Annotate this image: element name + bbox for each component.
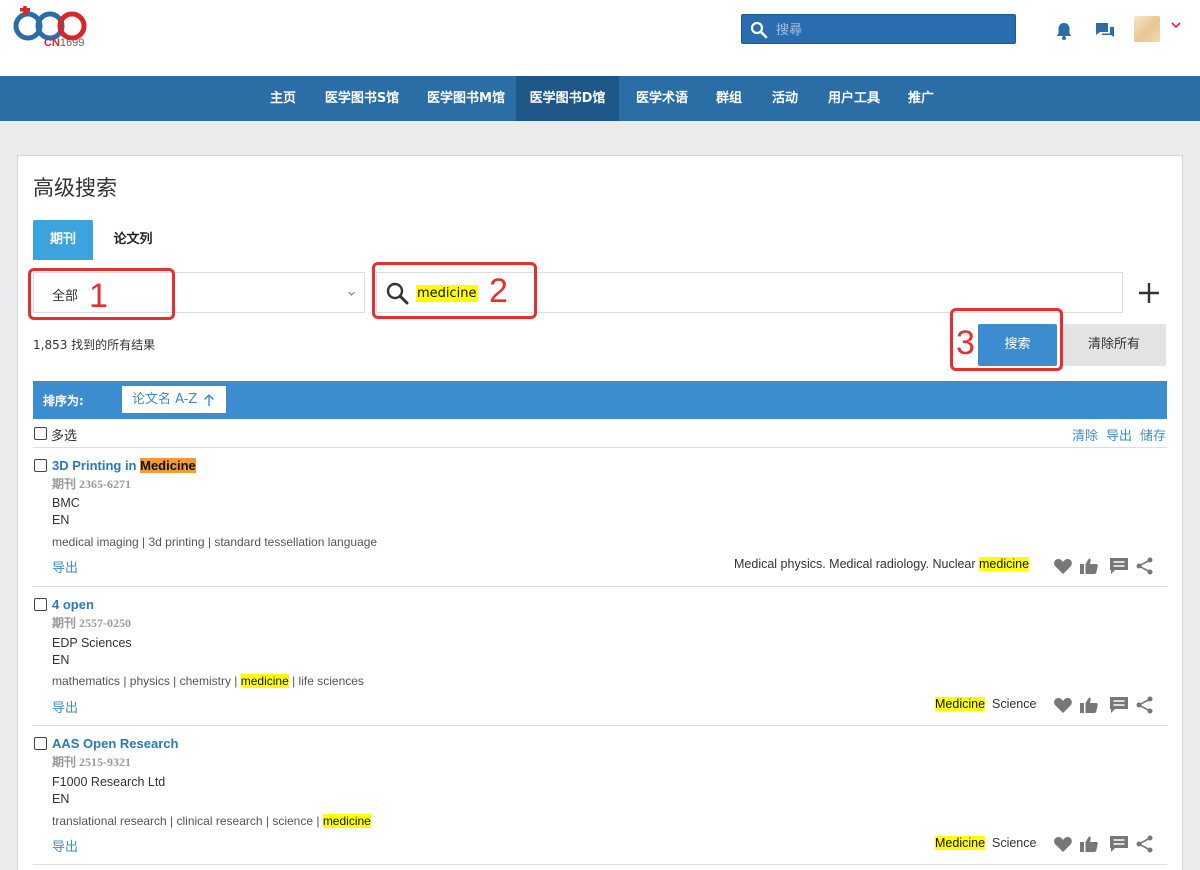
share-icon[interactable] — [1135, 696, 1155, 714]
result-title[interactable]: 4 open — [52, 597, 94, 612]
query-value: medicine — [416, 285, 478, 302]
result-keywords: mathematics | physics | chemistry | medi… — [52, 674, 364, 688]
annotation-number-2: 2 — [489, 272, 508, 310]
share-icon[interactable] — [1135, 835, 1155, 853]
avatar[interactable] — [1134, 16, 1160, 42]
multiselect-label: 多选 — [51, 429, 78, 444]
clear-all-button[interactable]: 清除所有 — [1062, 324, 1166, 366]
divider — [33, 586, 1167, 587]
search-icon — [750, 21, 768, 39]
result-issn: 期刊 2365-6271 — [52, 477, 131, 491]
result-issn: 期刊 2515-9321 — [52, 755, 131, 769]
global-search[interactable] — [741, 14, 1016, 44]
annotation-number-3: 3 — [956, 324, 975, 362]
thumbs-up-icon[interactable] — [1079, 696, 1099, 714]
result-export-link[interactable]: 导出 — [52, 557, 78, 576]
result-issn: 期刊 2557-0250 — [52, 616, 131, 630]
nav-item-library-s[interactable]: 医学图书S馆 — [313, 76, 411, 121]
export-link[interactable]: 导出 — [1106, 425, 1132, 444]
scope-select[interactable]: 全部 — [33, 272, 365, 313]
heart-icon[interactable] — [1053, 696, 1073, 714]
result-keywords: translational research | clinical resear… — [52, 814, 371, 828]
scope-select-value: 全部 — [52, 289, 79, 304]
tab-journals[interactable]: 期刊 — [33, 220, 93, 260]
result-title[interactable]: AAS Open Research — [52, 736, 178, 751]
tab-paper-list[interactable]: 论文列 — [100, 220, 166, 260]
result-title[interactable]: 3D Printing in Medicine — [52, 458, 196, 473]
result-export-link[interactable]: 导出 — [52, 836, 78, 855]
heart-icon[interactable] — [1053, 557, 1073, 575]
main-nav: 主页 医学图书S馆 医学图书M馆 医学图书D馆 医学术语 群组 活动 用户工具 … — [0, 76, 1200, 121]
nav-item-promote[interactable]: 推广 — [898, 76, 944, 121]
sort-value: 论文名 A-Z — [132, 392, 198, 407]
heart-icon[interactable] — [1053, 835, 1073, 853]
result-publisher: EDP Sciences — [52, 636, 132, 650]
chevron-down-icon — [348, 291, 355, 296]
result-checkbox[interactable] — [34, 737, 47, 750]
result-checkbox[interactable] — [34, 459, 47, 472]
save-link[interactable]: 储存 — [1140, 425, 1166, 444]
result-export-link[interactable]: 导出 — [52, 697, 78, 716]
thumbs-up-icon[interactable] — [1079, 835, 1099, 853]
divider — [33, 447, 1167, 448]
result-publisher: BMC — [52, 496, 80, 510]
nav-item-library-d[interactable]: 医学图书D馆 — [516, 76, 619, 121]
add-field-icon[interactable] — [1136, 280, 1162, 306]
global-search-input[interactable] — [776, 19, 1006, 41]
divider — [33, 725, 1167, 726]
search-button[interactable]: 搜索 — [978, 324, 1057, 366]
sort-label: 排序为: — [43, 394, 84, 408]
result-checkbox[interactable] — [34, 598, 47, 611]
result-language: EN — [52, 513, 70, 527]
nav-item-user-tools[interactable]: 用户工具 — [818, 76, 890, 121]
search-icon — [386, 282, 409, 305]
result-publisher: F1000 Research Ltd — [52, 775, 166, 789]
share-icon[interactable] — [1135, 557, 1155, 575]
nav-item-terminology[interactable]: 医学术语 — [626, 76, 698, 121]
sort-button[interactable]: 论文名 A-Z — [122, 386, 226, 413]
top-header: CN1699 — [0, 0, 1200, 76]
result-language: EN — [52, 792, 70, 806]
comment-icon[interactable] — [1109, 835, 1129, 853]
nav-item-library-m[interactable]: 医学图书M馆 — [416, 76, 516, 121]
result-keywords: medical imaging | 3d printing | standard… — [52, 535, 378, 549]
divider — [33, 864, 1167, 865]
result-subject: Medicine Science — [935, 697, 1037, 711]
search-panel — [17, 155, 1183, 870]
arrow-up-icon — [204, 394, 214, 406]
logo-text: CN1699 — [44, 37, 85, 49]
result-subject: Medical physics. Medical radiology. Nucl… — [734, 557, 1030, 571]
result-subject: Medicine Science — [935, 836, 1037, 850]
sort-bar: 排序为: 论文名 A-Z — [33, 381, 1167, 419]
chevron-down-icon[interactable] — [1171, 20, 1181, 30]
result-language: EN — [52, 653, 70, 667]
result-count: 1,853 找到的所有结果 — [33, 338, 156, 352]
annotation-number-1: 1 — [89, 277, 108, 315]
nav-item-events[interactable]: 活动 — [762, 76, 808, 121]
thumbs-up-icon[interactable] — [1079, 557, 1099, 575]
select-all-checkbox[interactable] — [34, 427, 47, 440]
nav-item-groups[interactable]: 群组 — [706, 76, 752, 121]
comment-icon[interactable] — [1109, 696, 1129, 714]
clear-link[interactable]: 清除 — [1072, 425, 1098, 444]
chat-icon[interactable] — [1094, 20, 1116, 42]
bell-icon[interactable] — [1053, 20, 1075, 42]
comment-icon[interactable] — [1109, 557, 1129, 575]
nav-item-home[interactable]: 主页 — [258, 76, 308, 121]
page-title: 高级搜索 — [33, 176, 117, 200]
